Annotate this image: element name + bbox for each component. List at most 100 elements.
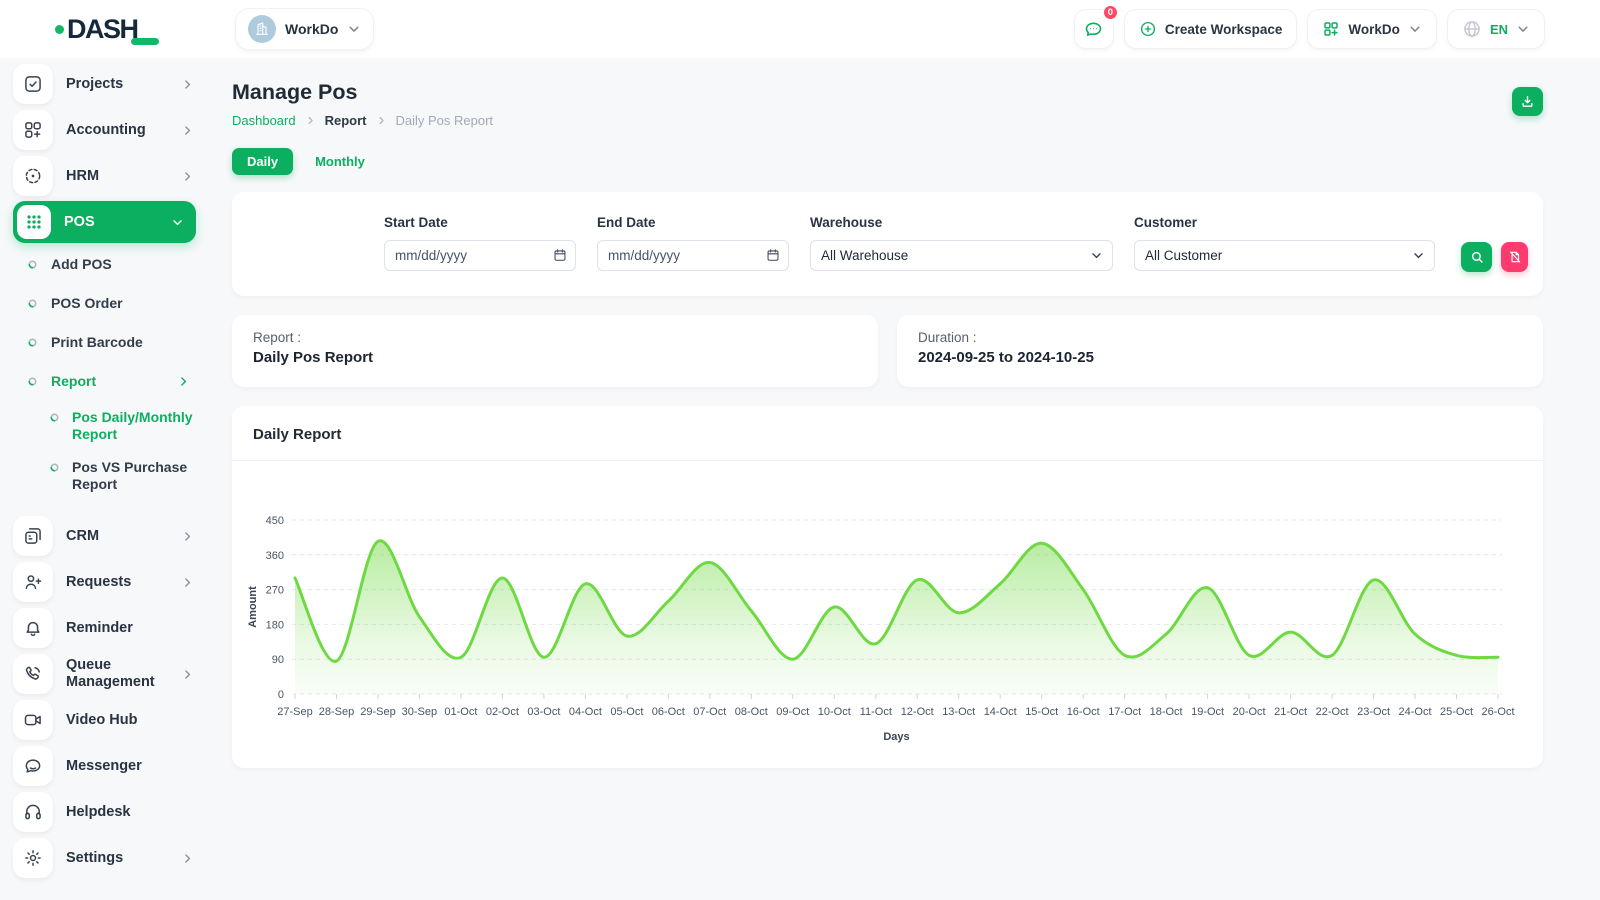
sidebar-item-label: POS [64, 214, 158, 231]
workdo-menu-label: WorkDo [1348, 22, 1400, 37]
warehouse-field: Warehouse All Warehouse [810, 215, 1113, 296]
sidebar-item-report[interactable]: Report [0, 362, 210, 401]
download-button[interactable] [1512, 87, 1543, 116]
sidebar-item-label: Settings [66, 850, 168, 867]
bullet-icon [49, 412, 60, 423]
create-workspace-label: Create Workspace [1165, 22, 1283, 37]
svg-text:24-Oct: 24-Oct [1398, 706, 1431, 718]
bullet-icon [27, 298, 38, 309]
sidebar-item-accounting[interactable]: Accounting [0, 107, 210, 153]
svg-text:450: 450 [266, 515, 284, 527]
logo-dot-icon [55, 25, 64, 34]
svg-text:10-Oct: 10-Oct [818, 706, 851, 718]
svg-text:02-Oct: 02-Oct [486, 706, 519, 718]
sidebar-item-pos-order[interactable]: POS Order [0, 284, 210, 323]
svg-text:01-Oct: 01-Oct [444, 706, 477, 718]
breadcrumb-item-report[interactable]: Report [325, 113, 367, 128]
apply-filter-button[interactable] [1461, 242, 1492, 272]
chevron-down-icon [171, 216, 184, 229]
filter-buttons [1461, 242, 1528, 296]
messages-button[interactable]: 0 [1074, 9, 1114, 49]
sidebar-item-label: Reminder [66, 620, 194, 637]
svg-text:13-Oct: 13-Oct [942, 706, 975, 718]
sidebar-item-crm[interactable]: CRM [0, 513, 210, 559]
sidebar-item-pos-vs-purchase-report[interactable]: Pos VS Purchase Report [0, 451, 210, 501]
app-logo[interactable]: DASH [55, 14, 235, 45]
breadcrumb-item-dashboard[interactable]: Dashboard [232, 113, 296, 128]
logo-bar-icon [131, 38, 159, 45]
svg-text:18-Oct: 18-Oct [1150, 706, 1183, 718]
sidebar-item-reminder[interactable]: Reminder [0, 605, 210, 651]
sidebar-item-queue-management[interactable]: Queue Management [0, 651, 210, 697]
daily-report-card: Daily Report 09018027036045027-Sep28-Sep… [232, 406, 1543, 768]
page-title: Manage Pos [232, 80, 1543, 105]
checkbox-icon [13, 64, 53, 104]
workspace-name: WorkDo [285, 21, 338, 37]
sidebar-item-projects[interactable]: Projects [0, 61, 210, 107]
chevron-down-icon [1408, 22, 1422, 36]
sidebar-item-pos-daily-monthly-report[interactable]: Pos Daily/Monthly Report [0, 401, 210, 451]
language-selector[interactable]: EN [1447, 9, 1545, 49]
pos-grid-icon [17, 205, 51, 239]
start-date-input[interactable] [384, 240, 576, 271]
sidebar-item-messenger[interactable]: Messenger [0, 743, 210, 789]
sidebar-item-requests[interactable]: Requests [0, 559, 210, 605]
hrm-icon [13, 156, 53, 196]
svg-text:17-Oct: 17-Oct [1108, 706, 1141, 718]
warehouse-label: Warehouse [810, 215, 1113, 230]
messages-badge: 0 [1102, 4, 1119, 21]
warehouse-select[interactable]: All Warehouse [810, 240, 1113, 271]
phone-icon [13, 654, 53, 694]
workspace-selector[interactable]: WorkDo [235, 8, 374, 50]
globe-icon [1462, 19, 1482, 39]
svg-text:04-Oct: 04-Oct [569, 706, 602, 718]
sidebar-item-label: Accounting [66, 122, 168, 139]
svg-text:26-Oct: 26-Oct [1481, 706, 1514, 718]
chevron-right-icon [181, 668, 194, 681]
tab-daily[interactable]: Daily [232, 148, 293, 175]
chart-title: Daily Report [232, 406, 1543, 461]
tab-monthly[interactable]: Monthly [300, 148, 380, 175]
logo-text: DASH [67, 14, 138, 45]
sidebar: Projects Accounting HRM POS Add POSPOS Order… [0, 58, 210, 900]
workdo-menu-button[interactable]: WorkDo [1307, 9, 1437, 49]
sidebar-item-helpdesk[interactable]: Helpdesk [0, 789, 210, 835]
sidebar-item-label: Print Barcode [51, 334, 190, 351]
svg-text:05-Oct: 05-Oct [610, 706, 643, 718]
user-plus-icon [13, 562, 53, 602]
bell-icon [13, 608, 53, 648]
report-summary-card: Report : Daily Pos Report [232, 315, 878, 387]
crm-icon [13, 516, 53, 556]
sidebar-item-label: Queue Management [66, 657, 168, 691]
page-header: Manage Pos DashboardReportDaily Pos Repo… [232, 80, 1543, 128]
sidebar-item-video-hub[interactable]: Video Hub [0, 697, 210, 743]
end-date-label: End Date [597, 215, 789, 230]
svg-text:Amount: Amount [247, 586, 259, 628]
svg-text:20-Oct: 20-Oct [1233, 706, 1266, 718]
sidebar-item-print-barcode[interactable]: Print Barcode [0, 323, 210, 362]
chevron-right-icon [181, 78, 194, 91]
svg-text:27-Sep: 27-Sep [277, 706, 312, 718]
chat-icon [1083, 19, 1104, 40]
create-workspace-button[interactable]: Create Workspace [1124, 9, 1298, 49]
svg-text:Days: Days [883, 731, 909, 743]
sidebar-item-pos[interactable]: POS [13, 201, 196, 243]
building-icon [248, 15, 276, 43]
sidebar-item-add-pos[interactable]: Add POS [0, 245, 210, 284]
sidebar-item-hrm[interactable]: HRM [0, 153, 210, 199]
breadcrumb: DashboardReportDaily Pos Report [232, 113, 1543, 128]
svg-text:23-Oct: 23-Oct [1357, 706, 1390, 718]
svg-text:29-Sep: 29-Sep [360, 706, 395, 718]
customer-select[interactable]: All Customer [1134, 240, 1435, 271]
filter-card: Start Date End Date Warehouse All Wareho… [232, 192, 1543, 296]
chevron-right-icon [181, 170, 194, 183]
reset-filter-button[interactable] [1501, 242, 1528, 272]
daily-report-chart: 09018027036045027-Sep28-Sep29-Sep30-Sep0… [232, 461, 1543, 765]
svg-text:03-Oct: 03-Oct [527, 706, 560, 718]
breadcrumb-separator-icon [305, 115, 316, 126]
end-date-input[interactable] [597, 240, 789, 271]
svg-text:12-Oct: 12-Oct [901, 706, 934, 718]
language-label: EN [1490, 22, 1508, 37]
sidebar-item-settings[interactable]: Settings [0, 835, 210, 881]
svg-text:09-Oct: 09-Oct [776, 706, 809, 718]
